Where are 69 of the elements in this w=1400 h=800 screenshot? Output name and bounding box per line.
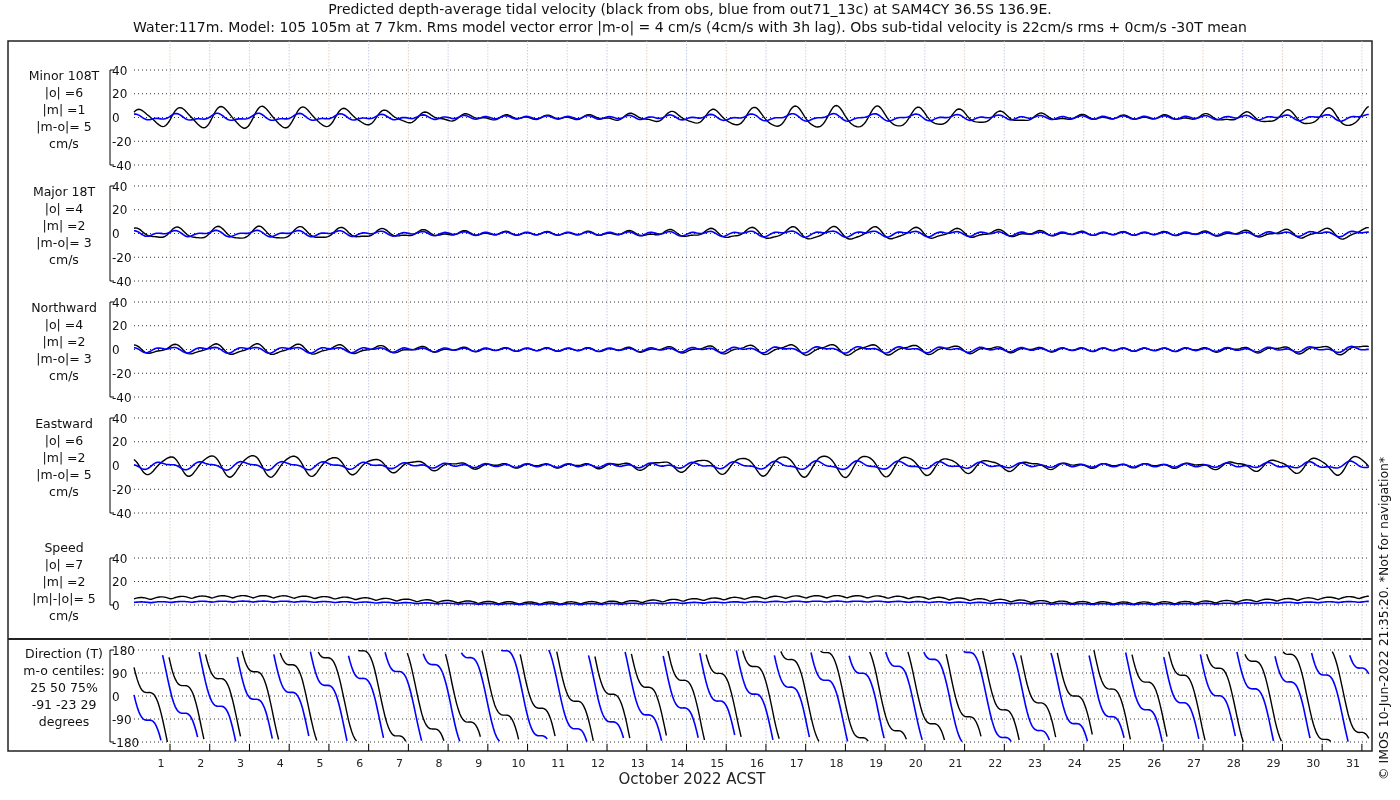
axis-tick-label: -20	[112, 134, 132, 149]
axis-tick-label: -20	[112, 366, 132, 381]
axis-tick-label: 13	[630, 757, 645, 770]
axis-tick-label: 20	[112, 203, 128, 218]
axis-tick-label: 7	[395, 757, 403, 770]
axis-tick-label: 19	[869, 757, 884, 770]
panel-stats-text: Northward |o| =4 |m| =2 |m-o|= 3 cm/s	[31, 299, 97, 383]
axis-tick-label: 20	[112, 319, 128, 334]
axis-tick-label: -40	[112, 274, 132, 289]
panel-stats-text: Eastward |o| =6 |m| =2 |m-o|= 5 cm/s	[35, 415, 93, 499]
axis-tick-label: 8	[435, 757, 443, 770]
axis-tick-label: 22	[988, 757, 1003, 770]
axis-tick-label: 24	[1067, 757, 1082, 770]
axis-tick-label: 4	[276, 757, 284, 770]
axis-tick-label: 20	[112, 575, 128, 589]
chart-title: Water:117m. Model: 105 105m at 7 7km. Rms model vector error |m-o| = 4 cm/s (4cm/s with 3h lag). Obs sub-tidal velocity is 22cm/s rms + 0cm/s -30T mean	[133, 18, 1247, 36]
axis-tick-label: 26	[1147, 757, 1162, 770]
axis-tick-label: -20	[112, 250, 132, 265]
axis-tick-label: 0	[112, 598, 120, 613]
axis-tick-label: -20	[112, 482, 132, 497]
axis-tick-label: 0	[112, 111, 120, 125]
axis-tick-label: 6	[356, 757, 364, 770]
axis-tick-label: 2	[197, 757, 205, 770]
axis-tick-label: -40	[112, 506, 132, 521]
axis-tick-label: -180	[112, 735, 140, 750]
axis-tick-label: 18	[829, 757, 844, 770]
axis-tick-label: 30	[1306, 757, 1321, 770]
axis-tick-label: 40	[112, 295, 128, 310]
axis-tick-label: 10	[511, 757, 526, 770]
panel-stats-text: Minor 108T |o| =6 |m| =1 |m-o|= 5 cm/s	[28, 67, 100, 151]
axis-tick-label: 14	[670, 757, 685, 770]
axis-tick-label: 40	[112, 411, 128, 426]
panel-stats-text: Direction (T) m-o centiles: 25 50 75% -91 -23 29 degrees	[23, 646, 105, 729]
axis-tick-label: 16	[749, 757, 764, 770]
axis-tick-label: 0	[112, 459, 120, 473]
axis-tick-label: 40	[112, 63, 128, 78]
axis-tick-label: 3	[236, 757, 244, 770]
axis-tick-label: -40	[112, 390, 132, 405]
axis-tick-label: 29	[1266, 757, 1281, 770]
axis-tick-label: 0	[112, 689, 120, 704]
axis-tick-label: 180	[112, 643, 135, 658]
axis-tick-label: 9	[475, 757, 483, 770]
axis-tick-label: 23	[1028, 757, 1043, 770]
axis-tick-label: 20	[908, 757, 923, 770]
axis-tick-label: 15	[710, 757, 725, 770]
axis-tick-label: 28	[1226, 757, 1241, 770]
panel-stats-text: Major 18T |o| =4 |m| =2 |m-o|= 3 cm/s	[32, 183, 96, 267]
axis-tick-label: 20	[112, 87, 128, 102]
axis-tick-label: 0	[112, 343, 120, 357]
axis-tick-label: 25	[1107, 757, 1122, 770]
axis-tick-label: 1	[157, 757, 165, 770]
axis-tick-label: 90	[112, 666, 128, 681]
axis-tick-label: 0	[112, 227, 120, 241]
axis-tick-label: 31	[1345, 757, 1360, 770]
axis-tick-label: 17	[789, 757, 804, 770]
axis-tick-label: 20	[112, 435, 128, 450]
axis-tick-label: 40	[112, 179, 128, 194]
axis-title: October 2022 ACST	[618, 770, 766, 788]
axis-tick-label: 5	[316, 757, 324, 770]
axis-tick-label: -90	[112, 712, 132, 727]
axis-tick-label: 40	[112, 551, 128, 566]
axis-tick-label: 21	[948, 757, 963, 770]
axis-tick-label: 27	[1187, 757, 1201, 770]
copyright-note: © IMOS 10-Jun-2022 21:35:20. *Not for navigation*	[1376, 456, 1391, 780]
chart-title: Predicted depth-average tidal velocity (black from obs, blue from out71_13c) at SAM4CY 36.5S 136.9E.	[328, 0, 1052, 18]
axis-tick-label: -40	[112, 158, 132, 173]
axis-tick-label: 12	[591, 757, 606, 770]
panel-stats-text: Speed |o| =7 |m| =2 |m|-|o|= 5 cm/s	[32, 539, 96, 623]
axis-tick-label: 11	[551, 757, 566, 770]
